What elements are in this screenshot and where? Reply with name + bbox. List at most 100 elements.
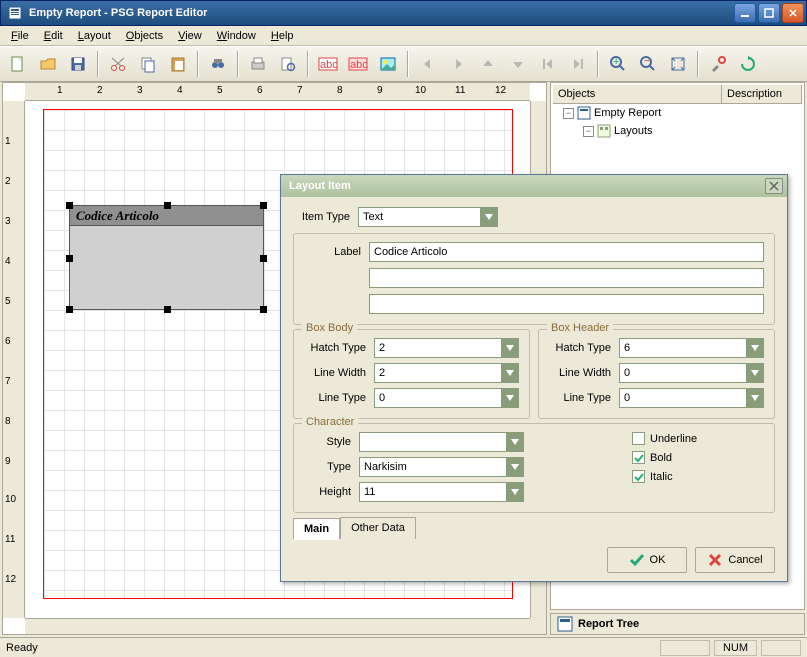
- report-icon: [577, 106, 591, 120]
- dialog-title: Layout Item: [285, 180, 765, 192]
- layout-item-header: Codice Articolo: [70, 206, 263, 226]
- paste-icon[interactable]: [164, 50, 192, 78]
- tab-other-data[interactable]: Other Data: [340, 517, 416, 539]
- svg-text:abc: abc: [350, 59, 368, 71]
- body-hatch-type-field[interactable]: 2: [374, 338, 501, 358]
- collapse-icon[interactable]: −: [563, 108, 574, 119]
- menu-window[interactable]: Window: [210, 28, 263, 44]
- titlebar: Empty Report - PSG Report Editor: [0, 0, 807, 26]
- zoom-fit-icon[interactable]: [664, 50, 692, 78]
- menu-file[interactable]: File: [4, 28, 36, 44]
- minimize-button[interactable]: [734, 3, 756, 23]
- layout-item-dialog: Layout Item Item Type Text Label Codice …: [280, 174, 788, 582]
- arrow-left-icon[interactable]: [414, 50, 442, 78]
- cut-icon[interactable]: [104, 50, 132, 78]
- print-icon[interactable]: [244, 50, 272, 78]
- chevron-down-icon[interactable]: [746, 338, 764, 358]
- chevron-down-icon[interactable]: [506, 457, 524, 477]
- x-icon: [707, 552, 723, 568]
- chevron-down-icon[interactable]: [506, 482, 524, 502]
- zoom-in-icon[interactable]: +: [604, 50, 632, 78]
- layouts-icon: [597, 124, 611, 138]
- svg-text:−: −: [644, 55, 650, 67]
- tree-col-objects[interactable]: Objects: [553, 85, 722, 103]
- dialog-titlebar[interactable]: Layout Item: [281, 175, 787, 197]
- arrow-down-icon[interactable]: [504, 50, 532, 78]
- print-preview-icon[interactable]: [274, 50, 302, 78]
- chevron-down-icon[interactable]: [501, 363, 519, 383]
- label-field[interactable]: Codice Articolo: [369, 242, 764, 262]
- check-icon: [629, 552, 645, 568]
- tree-col-description[interactable]: Description: [722, 85, 802, 103]
- box-body-legend: Box Body: [302, 322, 357, 334]
- close-button[interactable]: [782, 3, 804, 23]
- tree-node-layouts[interactable]: − Layouts: [553, 122, 802, 140]
- open-icon[interactable]: [34, 50, 62, 78]
- arrow-last-icon[interactable]: [564, 50, 592, 78]
- tree-node-root[interactable]: − Empty Report: [553, 104, 802, 122]
- copy-icon[interactable]: [134, 50, 162, 78]
- app-icon: [7, 5, 23, 21]
- character-legend: Character: [302, 416, 358, 428]
- char-height-field[interactable]: 11: [359, 482, 506, 502]
- body-line-width-field[interactable]: 2: [374, 363, 501, 383]
- status-bar: Ready NUM: [0, 637, 807, 657]
- menu-objects[interactable]: Objects: [119, 28, 170, 44]
- chevron-down-icon[interactable]: [506, 432, 524, 452]
- menu-edit[interactable]: Edit: [37, 28, 70, 44]
- dialog-close-icon[interactable]: [765, 178, 783, 194]
- header-line-type-field[interactable]: 0: [619, 388, 746, 408]
- collapse-icon[interactable]: −: [583, 126, 594, 137]
- char-style-field[interactable]: [359, 432, 506, 452]
- svg-text:+: +: [613, 56, 619, 68]
- box-header-legend: Box Header: [547, 322, 613, 334]
- menu-bar: File Edit Layout Objects View Window Hel…: [0, 26, 807, 46]
- status-num: NUM: [714, 640, 757, 656]
- ok-button[interactable]: OK: [607, 547, 687, 573]
- label-label: Label: [304, 246, 369, 258]
- label-field-2[interactable]: [369, 268, 764, 288]
- menu-help[interactable]: Help: [264, 28, 301, 44]
- horizontal-ruler: 1 2 3 4 5 6 7 8 9 10 11 12: [25, 83, 530, 101]
- cancel-button[interactable]: Cancel: [695, 547, 775, 573]
- arrow-up-icon[interactable]: [474, 50, 502, 78]
- chevron-down-icon[interactable]: [746, 388, 764, 408]
- item-type-field[interactable]: Text: [358, 207, 480, 227]
- char-type-field[interactable]: Narkisim: [359, 457, 506, 477]
- italic-checkbox[interactable]: Italic: [632, 470, 764, 483]
- arrow-right-icon[interactable]: [444, 50, 472, 78]
- menu-view[interactable]: View: [171, 28, 209, 44]
- tools-icon[interactable]: [704, 50, 732, 78]
- new-icon[interactable]: [4, 50, 32, 78]
- zoom-out-icon[interactable]: −: [634, 50, 662, 78]
- image-icon[interactable]: [374, 50, 402, 78]
- tab-main[interactable]: Main: [293, 518, 340, 540]
- report-tree-tab[interactable]: Report Tree: [550, 613, 805, 635]
- window-title: Empty Report - PSG Report Editor: [27, 7, 734, 19]
- label-field-3[interactable]: [369, 294, 764, 314]
- save-icon[interactable]: [64, 50, 92, 78]
- underline-checkbox[interactable]: Underline: [632, 432, 764, 445]
- menu-layout[interactable]: Layout: [71, 28, 118, 44]
- layout-item-box[interactable]: Codice Articolo: [69, 205, 264, 310]
- status-ready: Ready: [6, 642, 38, 654]
- vertical-ruler: 1 2 3 4 5 6 7 8 9 10 11 12: [3, 101, 25, 618]
- refresh-icon[interactable]: [734, 50, 762, 78]
- chevron-down-icon[interactable]: [501, 388, 519, 408]
- bold-checkbox[interactable]: Bold: [632, 451, 764, 464]
- report-tree-icon: [557, 616, 573, 632]
- body-line-type-field[interactable]: 0: [374, 388, 501, 408]
- chevron-down-icon[interactable]: [746, 363, 764, 383]
- text-abc-icon[interactable]: abc: [314, 50, 342, 78]
- scrollbar-horizontal[interactable]: [25, 618, 530, 634]
- header-hatch-type-field[interactable]: 6: [619, 338, 746, 358]
- chevron-down-icon[interactable]: [501, 338, 519, 358]
- binoculars-icon[interactable]: [204, 50, 232, 78]
- chevron-down-icon[interactable]: [480, 207, 498, 227]
- item-type-label: Item Type: [293, 211, 358, 223]
- header-line-width-field[interactable]: 0: [619, 363, 746, 383]
- maximize-button[interactable]: [758, 3, 780, 23]
- text-abc2-icon[interactable]: abc: [344, 50, 372, 78]
- arrow-first-icon[interactable]: [534, 50, 562, 78]
- svg-text:abc: abc: [320, 59, 338, 71]
